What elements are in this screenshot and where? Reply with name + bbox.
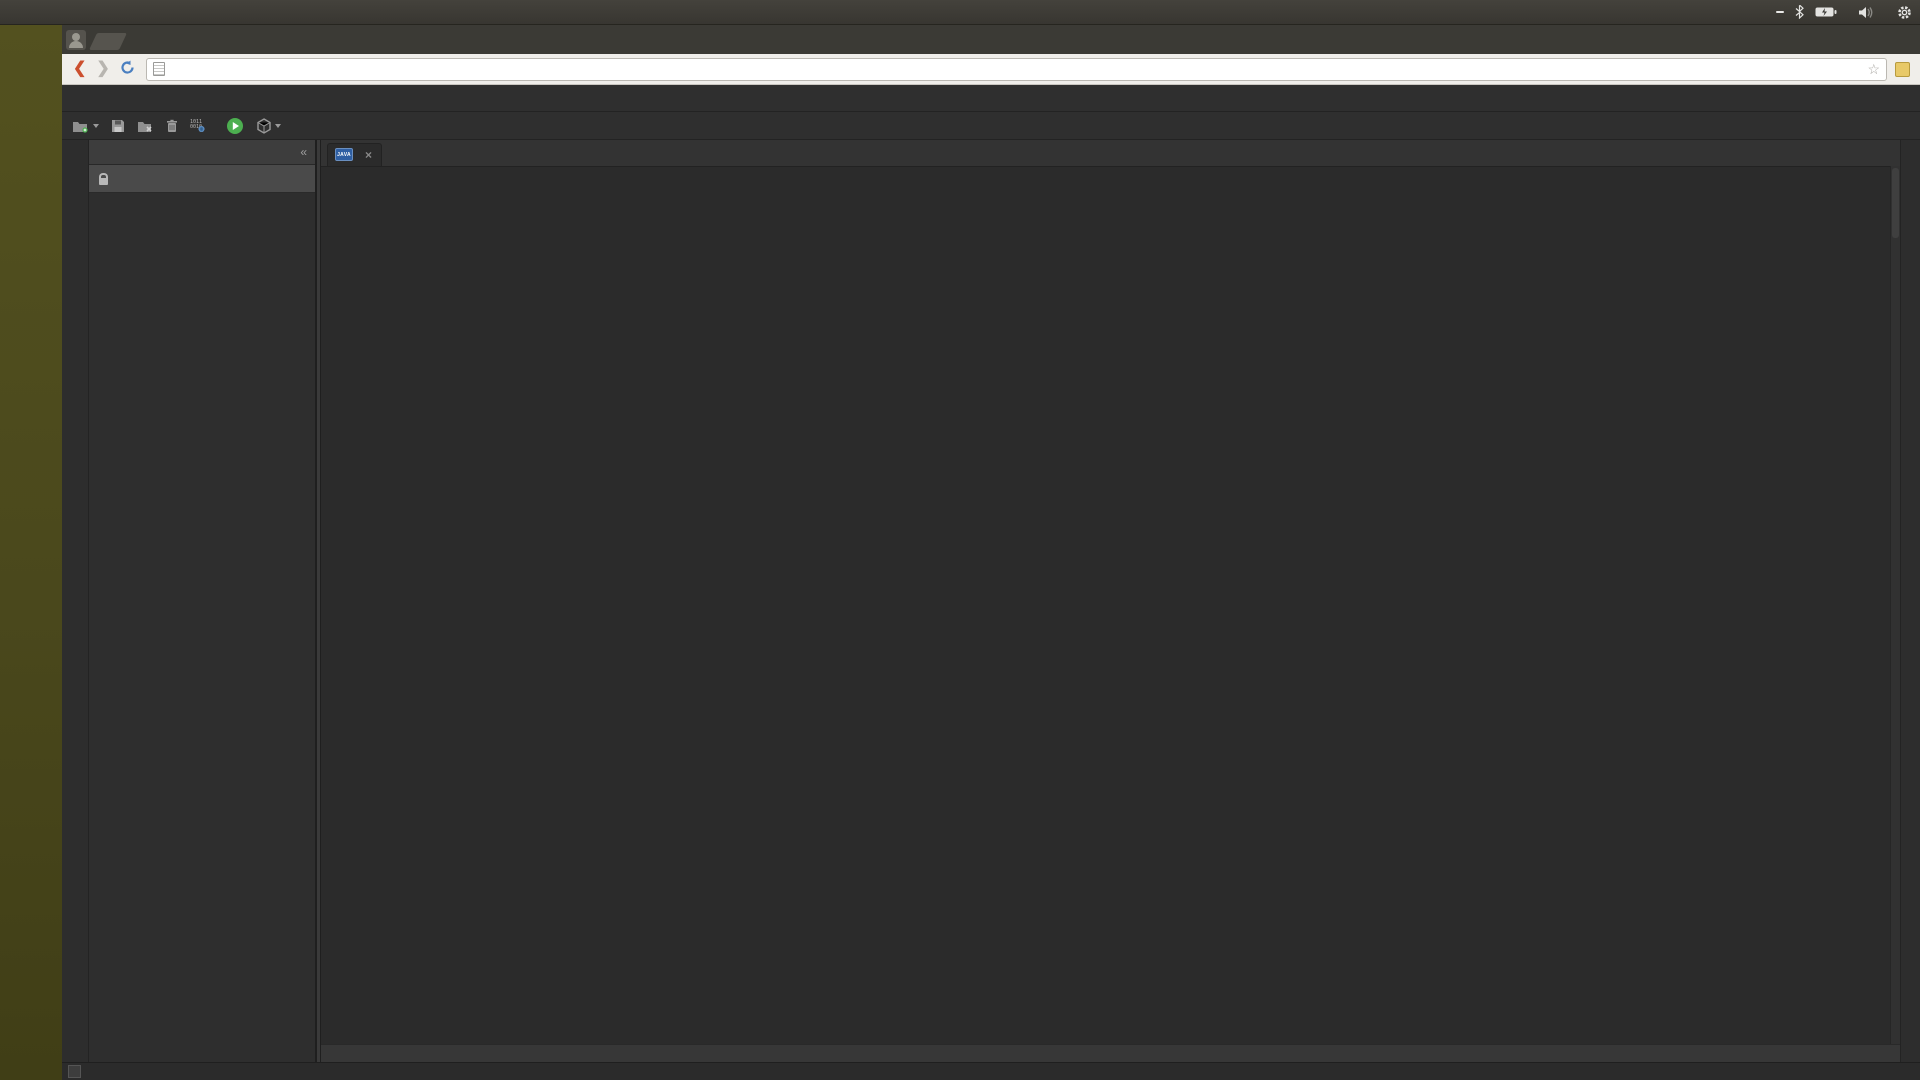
new-tab-button[interactable] <box>89 33 127 50</box>
unlock-icon <box>99 178 108 185</box>
build-button[interactable] <box>252 116 285 136</box>
run-button[interactable] <box>222 115 248 137</box>
bookmark-star-icon[interactable]: ☆ <box>1867 61 1880 78</box>
volume-icon[interactable] <box>1859 6 1875 19</box>
extension-icon[interactable] <box>1895 62 1910 77</box>
project-explorer-panel: « <box>89 140 316 1062</box>
tab-close-icon[interactable]: × <box>365 150 372 160</box>
editor-status-bar <box>321 1044 1900 1062</box>
battery-icon[interactable] <box>1815 6 1837 18</box>
ide-menu-bar <box>62 85 1920 112</box>
explorer-header: « <box>89 140 315 165</box>
dropdown-caret-icon <box>275 124 281 128</box>
close-project-button[interactable] <box>133 117 158 135</box>
bluetooth-icon[interactable] <box>1795 5 1804 19</box>
back-button[interactable]: ❮ <box>73 61 86 77</box>
unity-launcher <box>0 24 62 1080</box>
dropdown-caret-icon <box>93 124 99 128</box>
left-side-tab-strip <box>62 140 89 1062</box>
browser-toolbar: ❮ ❯ ☆ <box>62 54 1920 85</box>
editor-tab-bar: JAVA × <box>321 140 1900 167</box>
browser-window: ❮ ❯ ☆ <box>62 24 1920 1080</box>
code-editor[interactable] <box>321 167 1900 1044</box>
page-icon <box>153 62 165 76</box>
editor-tab[interactable]: JAVA × <box>327 143 382 166</box>
ide-toolbar: 10110010 <box>62 112 1920 140</box>
java-file-icon: JAVA <box>335 148 353 161</box>
right-side-tab-strip <box>1900 140 1920 1062</box>
save-button[interactable] <box>107 117 129 135</box>
keyboard-layout-indicator[interactable] <box>1776 11 1784 13</box>
delete-button[interactable] <box>162 117 182 135</box>
format-button[interactable]: 10110010 <box>186 116 210 135</box>
editor-scrollbar[interactable] <box>1890 166 1900 1045</box>
panel-toggle-icon[interactable] <box>68 1065 81 1078</box>
editor-area: JAVA × <box>321 140 1900 1062</box>
forward-button[interactable]: ❯ <box>96 61 109 77</box>
screen: ❮ ❯ ☆ <box>0 0 1920 1080</box>
profile-avatar-icon[interactable] <box>66 30 86 50</box>
new-project-button[interactable] <box>68 117 103 135</box>
system-indicators <box>1776 5 1912 20</box>
session-gear-icon[interactable] <box>1897 5 1912 20</box>
ide-bottom-bar <box>62 1062 1920 1080</box>
address-bar[interactable]: ☆ <box>146 58 1887 81</box>
system-bar <box>0 0 1920 25</box>
project-row[interactable] <box>89 165 315 193</box>
collapse-panel-icon[interactable]: « <box>300 145 307 159</box>
codenvy-ide: 10110010 « <box>62 85 1920 1080</box>
project-tree <box>89 193 315 196</box>
browser-tab-strip <box>62 24 1920 54</box>
reload-button[interactable] <box>120 60 135 79</box>
